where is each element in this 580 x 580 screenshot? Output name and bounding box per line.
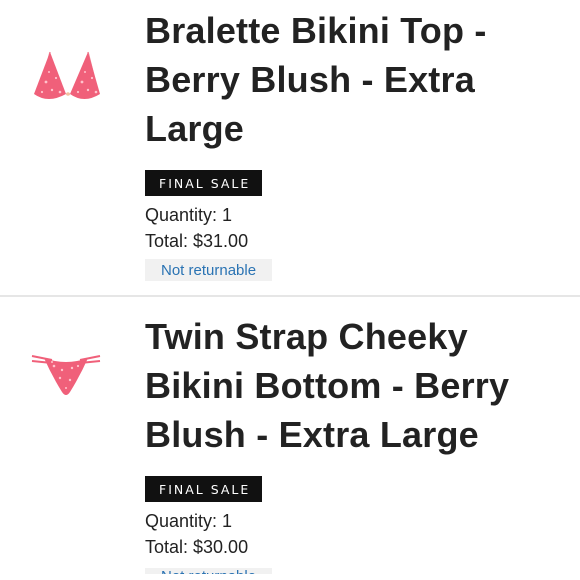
product-title[interactable]: Bralette Bikini Top - Berry Blush - Extr… [145,6,540,153]
quantity-text: Quantity: 1 [145,511,233,531]
final-sale-badge: FINAL SALE [145,170,263,196]
total-text: Total: $31.00 [145,231,249,251]
product-meta: Quantity: 1 Total: $31.00 [145,202,540,254]
product-details: Bralette Bikini Top - Berry Blush - Extr… [145,6,540,281]
bikini-bottom-icon [31,355,101,395]
product-details: Twin Strap Cheeky Bikini Bottom - Berry … [145,312,540,579]
product-thumbnail[interactable] [22,32,110,120]
product-title[interactable]: Twin Strap Cheeky Bikini Bottom - Berry … [145,312,540,459]
order-line-item: Bralette Bikini Top - Berry Blush - Extr… [0,0,580,296]
bikini-top-icon [34,51,100,99]
order-line-item: Twin Strap Cheeky Bikini Bottom - Berry … [0,297,580,580]
final-sale-badge: FINAL SALE [145,476,263,502]
quantity-text: Quantity: 1 [145,205,233,225]
return-status-badge: Not returnable [145,259,273,281]
product-thumbnail[interactable] [22,330,110,418]
return-status-badge: Not returnable [145,568,273,574]
total-text: Total: $30.00 [145,537,249,557]
product-meta: Quantity: 1 Total: $30.00 [145,508,540,560]
